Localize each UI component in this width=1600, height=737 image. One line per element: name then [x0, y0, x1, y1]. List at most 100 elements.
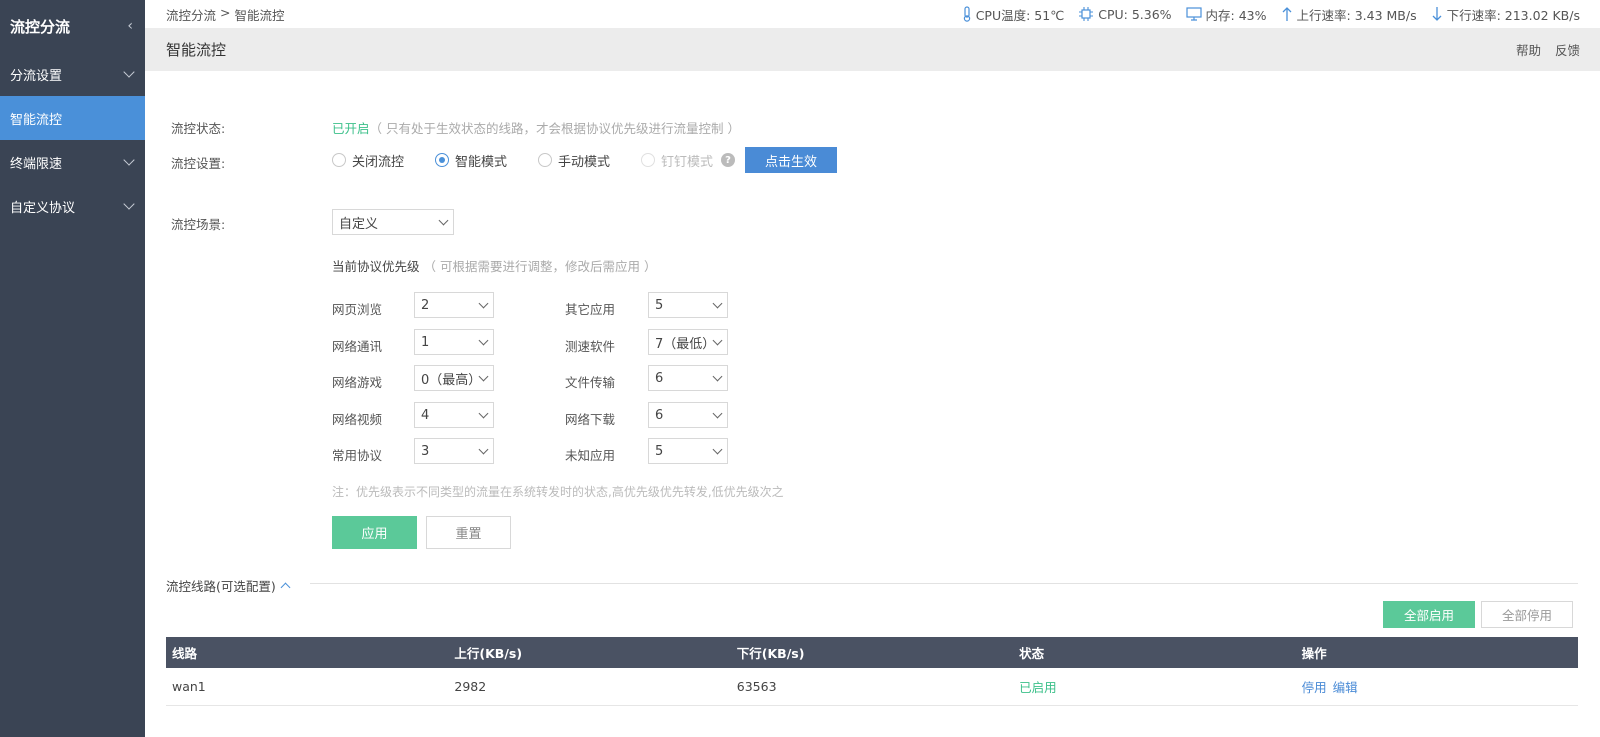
sidebar: 流控分流 ‹ 分流设置 智能流控 终端限速 自定义协议	[0, 0, 145, 737]
select-value: 5	[655, 443, 664, 459]
column-header: 操作	[1301, 646, 1327, 661]
chevron-down-icon	[123, 154, 135, 166]
monitor-icon	[1185, 7, 1202, 21]
protocol-priority-select[interactable]: 5	[648, 438, 728, 464]
column-header: 线路	[172, 646, 198, 661]
select-value: 5	[655, 297, 664, 313]
help-link[interactable]: 帮助	[1516, 40, 1541, 59]
upload-stat: 上行速率: 3.43 MB/s	[1281, 5, 1417, 24]
select-value: 6	[655, 370, 664, 386]
cpu-stat: CPU: 5.36%	[1078, 6, 1172, 22]
radio-circle[interactable]	[435, 153, 450, 167]
feedback-link[interactable]: 反馈	[1555, 40, 1580, 59]
mode-smart-radio[interactable]: 智能模式	[435, 151, 507, 170]
chevron-down-icon	[478, 371, 489, 381]
page-header: 智能流控 帮助 反馈	[145, 28, 1600, 71]
sidebar-item-label: 自定义协议	[10, 200, 76, 216]
help-question-icon[interactable]: ?	[721, 153, 736, 167]
cpu-temp-value: CPU温度: 51℃	[975, 7, 1065, 23]
status-row: 已开启（ 只有处于生效状态的线路，才会根据协议优先级进行流量控制 ）	[332, 118, 740, 137]
sidebar-header: 流控分流 ‹	[0, 0, 145, 52]
chevron-down-icon	[478, 335, 489, 345]
chevron-down-icon	[478, 408, 489, 418]
protocol-priority-select[interactable]: 2	[414, 292, 494, 318]
radio-circle[interactable]	[538, 153, 553, 167]
sidebar-item-split-settings[interactable]: 分流设置	[0, 52, 145, 96]
arrow-up-icon	[1282, 7, 1291, 21]
select-value: 4	[421, 407, 430, 423]
line-upload: 2982	[454, 679, 487, 694]
table-header: 线路 上行(KB/s) 下行(KB/s) 状态 操作	[166, 637, 1578, 668]
chevron-down-icon	[438, 215, 449, 225]
reset-button[interactable]: 重置	[426, 516, 511, 549]
stop-line-link[interactable]: 停用	[1302, 680, 1327, 695]
lines-table: 线路 上行(KB/s) 下行(KB/s) 状态 操作 wan1 2982 635…	[166, 637, 1578, 706]
chevron-down-icon	[712, 371, 723, 381]
lines-section-title: 流控线路(可选配置)	[166, 579, 276, 594]
select-value: 3	[421, 443, 430, 459]
protocol-label: 网络通讯	[332, 339, 383, 354]
priority-heading: 当前协议优先级 （ 可根据需要进行调整，修改后需应用 ）	[332, 256, 656, 275]
protocol-label: 网络视频	[332, 412, 383, 427]
collapse-icon[interactable]: ‹	[127, 18, 133, 34]
sidebar-item-terminal-limit[interactable]: 终端限速	[0, 140, 145, 184]
chevron-down-icon	[478, 298, 489, 308]
scene-select-value: 自定义	[339, 216, 379, 232]
protocol-priority-select[interactable]: 1	[414, 329, 494, 355]
protocol-priority-select[interactable]: 5	[648, 292, 728, 318]
breadcrumb-separator: >	[220, 4, 231, 20]
breadcrumb-parent[interactable]: 流控分流	[166, 5, 216, 24]
breadcrumb: 流控分流 > 智能流控	[166, 5, 285, 24]
protocol-priority-select[interactable]: 0（最高）	[414, 365, 494, 391]
sidebar-item-label: 终端限速	[10, 156, 63, 172]
apply-button[interactable]: 应用	[332, 516, 417, 549]
protocol-label: 常用协议	[332, 448, 383, 463]
enable-all-button[interactable]: 全部启用	[1383, 601, 1475, 628]
edit-line-link[interactable]: 编辑	[1333, 680, 1358, 695]
sidebar-item-smart-flow[interactable]: 智能流控	[0, 96, 145, 140]
mode-off-label: 关闭流控	[352, 154, 405, 170]
chevron-down-icon	[712, 298, 723, 308]
protocol-label: 网页浏览	[332, 302, 383, 317]
thermometer-icon	[963, 6, 970, 22]
topbar: 流控分流 > 智能流控 CPU温度: 51℃ CPU: 5.36% 内存: 43…	[145, 0, 1600, 28]
download-stat: 下行速率: 213.02 KB/s	[1431, 5, 1580, 24]
chevron-up-icon	[280, 582, 291, 593]
apply-mode-button[interactable]: 点击生效	[745, 147, 838, 173]
chevron-down-icon	[123, 66, 135, 78]
chevron-down-icon	[712, 444, 723, 454]
select-value: 0（最高）	[421, 372, 476, 388]
lines-section-toggle[interactable]: 流控线路(可选配置)	[166, 576, 291, 595]
arrow-down-icon	[1432, 7, 1442, 21]
sidebar-item-custom-protocol[interactable]: 自定义协议	[0, 184, 145, 228]
cpu-temp-stat: CPU温度: 51℃	[962, 5, 1065, 24]
line-actions: 停用 编辑	[1296, 677, 1578, 696]
protocol-label: 其它应用	[565, 302, 616, 317]
column-header: 下行(KB/s)	[736, 646, 805, 661]
mode-manual-radio[interactable]: 手动模式	[538, 151, 610, 170]
priority-note: 注：优先级表示不同类型的流量在系统转发时的状态,高优先级优先转发,低优先级次之	[332, 485, 784, 499]
sidebar-item-label: 智能流控	[10, 112, 63, 128]
radio-circle[interactable]	[332, 153, 346, 167]
column-header: 上行(KB/s)	[454, 646, 523, 661]
protocol-priority-select[interactable]: 3	[414, 438, 494, 464]
breadcrumb-current: 智能流控	[234, 7, 285, 23]
chevron-down-icon	[478, 444, 489, 454]
download-value: 下行速率: 213.02 KB/s	[1446, 7, 1580, 23]
section-divider	[310, 583, 1578, 584]
protocol-label: 网络游戏	[332, 375, 383, 390]
main-content: 流控状态: 已开启（ 只有处于生效状态的线路，才会根据协议优先级进行流量控制 ）…	[145, 71, 1600, 737]
scene-select[interactable]: 自定义	[332, 209, 454, 235]
mode-off-radio[interactable]: 关闭流控	[332, 151, 404, 170]
protocol-priority-select[interactable]: 4	[414, 402, 494, 428]
protocol-priority-select[interactable]: 7（最低）	[648, 329, 728, 355]
protocol-priority-select[interactable]: 6	[648, 402, 728, 428]
disable-all-button[interactable]: 全部停用	[1481, 601, 1573, 628]
protocol-label: 网络下载	[565, 412, 616, 427]
cpu-value: CPU: 5.36%	[1098, 6, 1172, 22]
select-value: 6	[655, 407, 664, 423]
memory-stat: 内存: 43%	[1185, 5, 1267, 24]
protocol-priority-select[interactable]: 6	[648, 365, 728, 391]
upload-value: 上行速率: 3.43 MB/s	[1296, 7, 1417, 23]
cpu-chip-icon	[1079, 7, 1094, 21]
